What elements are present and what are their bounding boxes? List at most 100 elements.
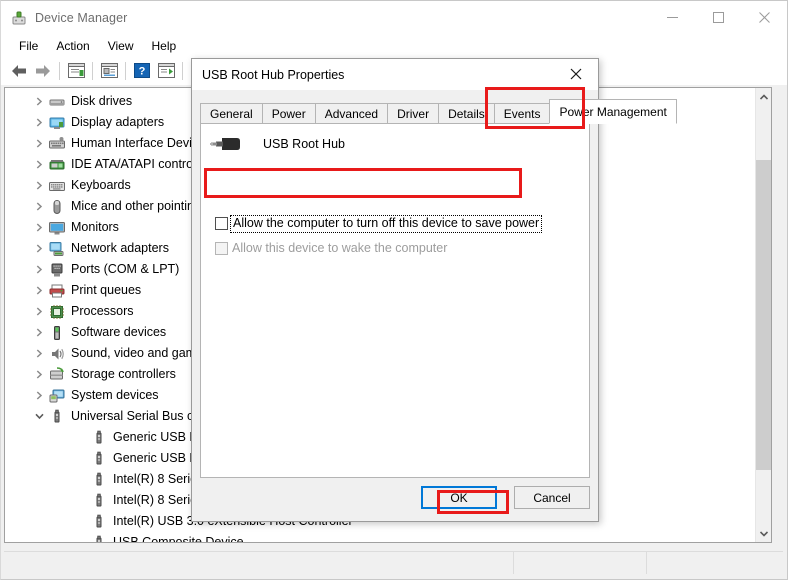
keyboard-icon [49, 178, 65, 194]
chevron-right-icon[interactable] [31, 157, 47, 173]
dialog-button-bar: OK Cancel [192, 483, 598, 513]
chevron-right-icon[interactable] [31, 220, 47, 236]
chevron-right-icon[interactable] [31, 388, 47, 404]
allow-turn-off-device-checkbox-row[interactable]: Allow the computer to turn off this devi… [215, 215, 543, 233]
system-device-icon [49, 388, 65, 404]
network-adapter-icon [49, 241, 65, 257]
menu-item-action[interactable]: Action [47, 37, 98, 55]
tab-power-management[interactable]: Power Management [549, 99, 677, 124]
chevron-right-icon[interactable] [31, 304, 47, 320]
allow-wake-computer-checkbox [215, 242, 228, 256]
tree-item-label: Processors [71, 304, 134, 319]
tab-label: Events [503, 107, 541, 121]
minimize-button[interactable] [649, 1, 695, 33]
device-name-label: USB Root Hub [263, 137, 345, 151]
tab-power[interactable]: Power [261, 103, 316, 124]
chevron-right-icon[interactable] [31, 262, 47, 278]
chevron-right-icon[interactable] [31, 325, 47, 341]
tab-label: Power Management [559, 104, 667, 119]
hid-icon [49, 136, 65, 152]
tree-vertical-scrollbar[interactable] [755, 88, 771, 542]
tab-advanced[interactable]: Advanced [314, 103, 389, 124]
tree-item[interactable]: USB Composite Device [5, 532, 757, 542]
toolbar-separator [125, 61, 126, 80]
usb-icon [91, 430, 107, 446]
properties-icon[interactable] [64, 60, 88, 82]
processor-icon [49, 304, 65, 320]
tab-label: Driver [397, 107, 430, 121]
chevron-right-icon[interactable] [31, 346, 47, 362]
close-button[interactable] [741, 1, 787, 33]
chevron-right-icon[interactable] [31, 199, 47, 215]
usb-root-hub-properties-dialog: USB Root Hub Properties General Power Adva… [191, 58, 677, 522]
back-icon[interactable] [7, 60, 31, 82]
usb-plug-icon [209, 132, 243, 156]
software-device-icon [49, 325, 65, 341]
toolbar-separator [182, 61, 183, 80]
usb-icon [49, 409, 65, 425]
device-manager-icon [11, 10, 27, 26]
show-hidden-devices-icon[interactable] [97, 60, 121, 82]
title-bar: Device Manager [1, 1, 787, 35]
help-icon[interactable]: ? [130, 60, 154, 82]
power-management-tab-page: USB Root Hub Allow the computer to turn … [200, 123, 590, 478]
chevron-right-icon[interactable] [31, 283, 47, 299]
toolbar-separator [59, 61, 60, 80]
tree-item-label: Network adapters [71, 241, 169, 256]
usb-icon [91, 451, 107, 467]
tree-item-label: System devices [71, 388, 159, 403]
menu-item-help[interactable]: Help [143, 37, 186, 55]
chevron-up-icon[interactable] [756, 88, 771, 105]
scan-for-hardware-changes-icon[interactable] [154, 60, 178, 82]
printer-icon [49, 283, 65, 299]
dialog-close-button[interactable] [554, 59, 598, 89]
tree-item-label: Software devices [71, 325, 167, 340]
disk-drive-icon [49, 94, 65, 110]
allow-wake-computer-checkbox-row: Allow this device to wake the computer [215, 241, 448, 256]
maximize-button[interactable] [695, 1, 741, 33]
menu-item-view[interactable]: View [99, 37, 143, 55]
svg-text:?: ? [139, 66, 146, 78]
usb-icon [91, 472, 107, 488]
cancel-button[interactable]: Cancel [514, 486, 590, 509]
usb-icon [91, 535, 107, 542]
chevron-right-icon[interactable] [31, 367, 47, 383]
chevron-right-icon[interactable] [31, 241, 47, 257]
window-controls [649, 1, 787, 33]
chevron-right-icon[interactable] [31, 94, 47, 110]
scrollbar-thumb[interactable] [756, 160, 771, 470]
chevron-down-icon[interactable] [756, 525, 771, 542]
allow-wake-computer-label: Allow this device to wake the computer [232, 241, 448, 255]
status-pane-secondary [514, 552, 647, 574]
tree-item-label: Disk drives [71, 94, 133, 109]
chevron-right-icon[interactable] [31, 115, 47, 131]
dialog-title-bar: USB Root Hub Properties [192, 59, 598, 90]
usb-icon [91, 514, 107, 530]
monitor-icon [49, 220, 65, 236]
forward-icon[interactable] [31, 60, 55, 82]
usb-icon [91, 493, 107, 509]
ok-button[interactable]: OK [421, 486, 497, 509]
tab-driver[interactable]: Driver [387, 103, 440, 124]
chevron-right-icon[interactable] [31, 178, 47, 194]
tab-label: Power [271, 107, 306, 121]
tree-item-label: Storage controllers [71, 367, 176, 382]
tab-label: General [210, 107, 253, 121]
chevron-down-icon[interactable] [31, 409, 47, 425]
tab-events[interactable]: Events [493, 103, 551, 124]
status-pane-main [4, 552, 514, 574]
mouse-icon [49, 199, 65, 215]
storage-controller-icon [49, 366, 65, 383]
status-pane-tertiary [647, 552, 783, 574]
chevron-right-icon[interactable] [31, 136, 47, 152]
menu-item-file[interactable]: File [10, 37, 47, 55]
tab-general[interactable]: General [200, 103, 263, 124]
allow-turn-off-device-checkbox[interactable] [215, 217, 228, 231]
tab-details[interactable]: Details [438, 103, 495, 124]
allow-turn-off-device-label[interactable]: Allow the computer to turn off this devi… [229, 215, 543, 233]
tree-item-label: Keyboards [71, 178, 131, 193]
